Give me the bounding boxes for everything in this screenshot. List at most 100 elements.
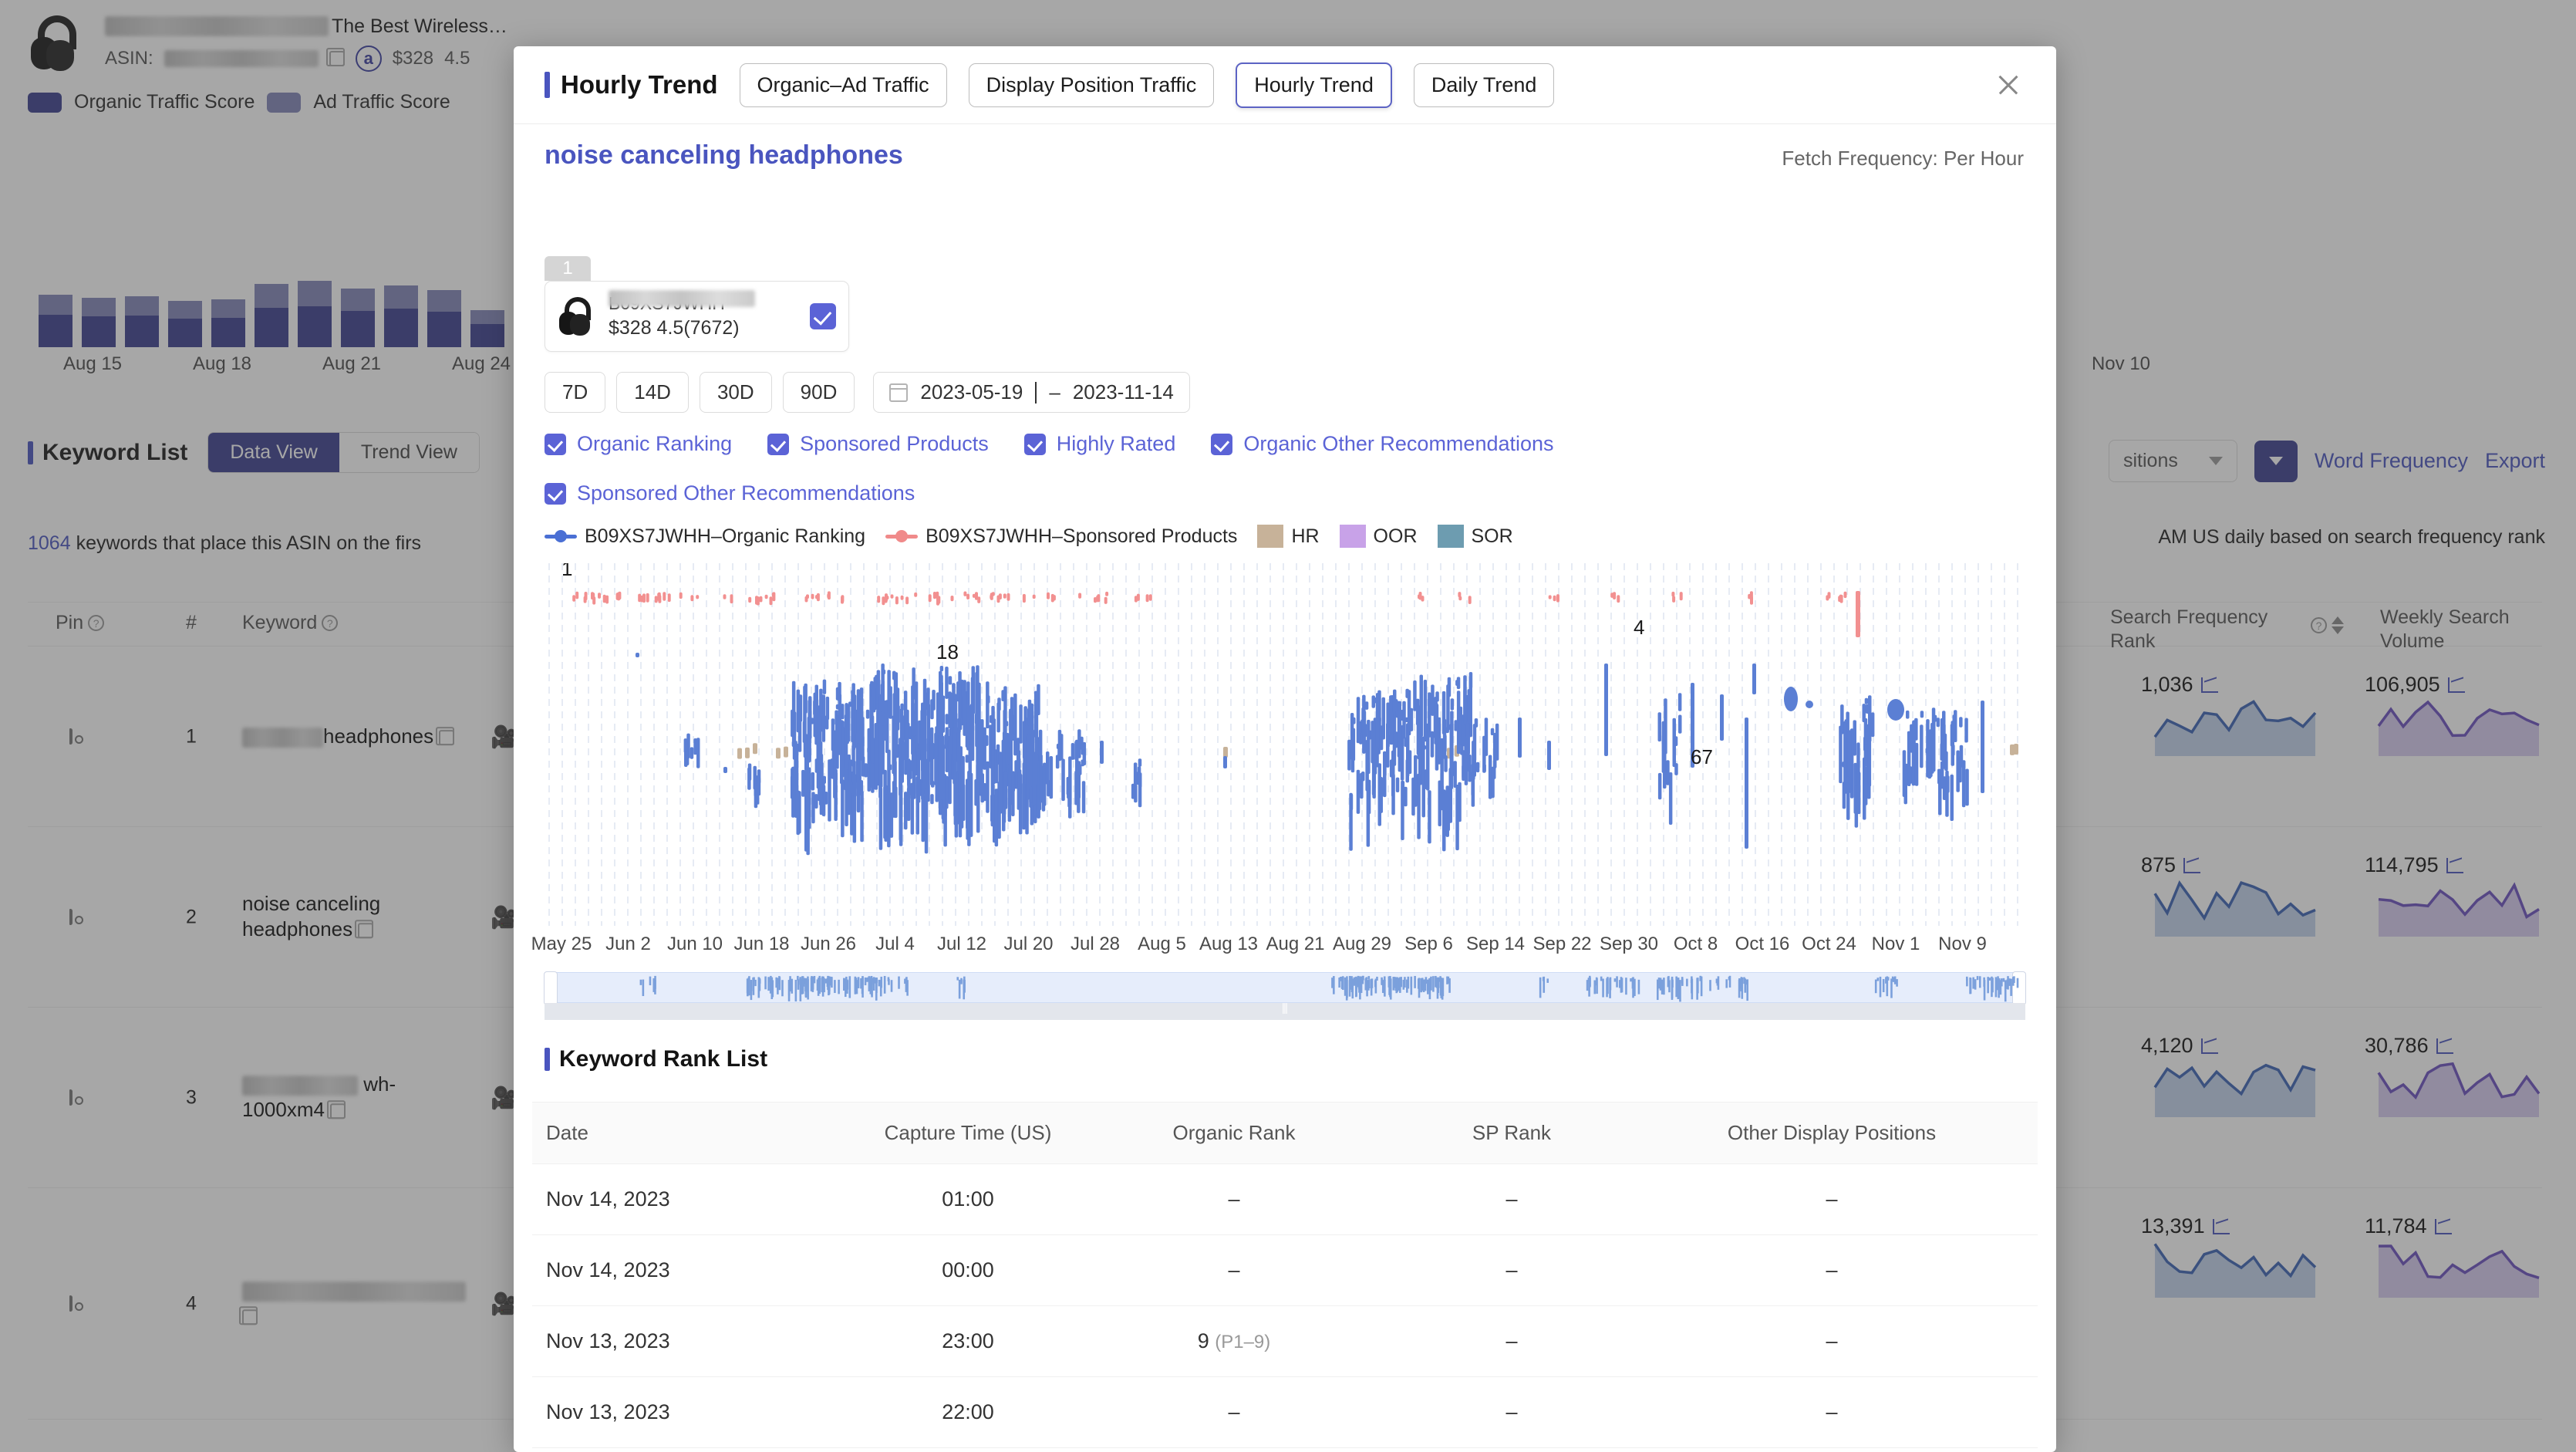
date-range-controls: 7D 14D 30D 90D 2023-05-19 – 2023-11-14: [545, 372, 1190, 413]
title-accent-bar: [545, 1048, 550, 1071]
cell-organic-rank: –: [1095, 1448, 1373, 1452]
cell-organic-rank: –: [1228, 1258, 1240, 1281]
checkbox-icon[interactable]: [545, 482, 566, 505]
date-range-input[interactable]: 2023-05-19 – 2023-11-14: [873, 372, 1190, 413]
tab-display-position-traffic[interactable]: Display Position Traffic: [968, 62, 1215, 107]
x-tick: Jun 26: [800, 934, 857, 954]
tab-organic-ad-traffic[interactable]: Organic–Ad Traffic: [739, 62, 947, 107]
tab-hourly-trend[interactable]: Hourly Trend: [1236, 62, 1392, 108]
tab-daily-trend[interactable]: Daily Trend: [1413, 62, 1555, 107]
plot-annotation: 4: [1634, 616, 1644, 639]
checkbox-icon[interactable]: [1211, 433, 1233, 455]
keyword-rank-table: Date Capture Time (US) Organic Rank SP R…: [532, 1102, 2038, 1452]
col-sp-rank: SP Rank: [1472, 1121, 1552, 1144]
chart-legend: B09XS7JWHH–Organic Ranking B09XS7JWHH–Sp…: [545, 525, 1524, 548]
checkbox-icon[interactable]: [545, 433, 566, 455]
col-organic-rank: Organic Rank: [1172, 1121, 1296, 1144]
col-date: Date: [546, 1121, 588, 1144]
x-tick: Sep 22: [1532, 934, 1592, 954]
legend-sponsored-products[interactable]: B09XS7JWHH–Sponsored Products: [885, 525, 1237, 548]
product-card-price: $328 4.5(7672): [609, 317, 740, 339]
close-icon[interactable]: [1994, 71, 2022, 99]
table-row[interactable]: Nov 13, 2023 23:00 9 (P1–9) – –: [532, 1306, 2038, 1377]
cell-sp-rank: –: [1505, 1187, 1518, 1211]
cell-other-display-positions: –: [1826, 1258, 1838, 1281]
date-from[interactable]: 2023-05-19: [920, 380, 1023, 404]
date-separator: –: [1049, 380, 1060, 404]
plot-annotation: 18: [936, 640, 959, 664]
range-7d-button[interactable]: 7D: [545, 372, 606, 413]
product-card-checkbox[interactable]: [810, 303, 836, 329]
modal-title: Hourly Trend: [561, 70, 718, 99]
series-checkbox-row-1: Organic Ranking Sponsored Products Highl…: [545, 432, 1554, 456]
product-card-asin: B09XS7JWHH: [609, 290, 799, 314]
x-tick: Sep 6: [1404, 934, 1453, 954]
x-tick: Oct 24: [1802, 934, 1856, 954]
text-caret: [1035, 381, 1037, 404]
col-capture-time: Capture Time (US): [884, 1121, 1052, 1144]
range-30d-button[interactable]: 30D: [699, 372, 772, 413]
x-tick: Jul 4: [875, 934, 915, 954]
x-tick: Jul 20: [1003, 934, 1054, 954]
legend-oor[interactable]: OOR: [1339, 525, 1418, 548]
legend-line-icon: [885, 534, 919, 539]
hourly-trend-modal: Hourly Trend Organic–Ad Traffic Display …: [514, 46, 2056, 1452]
table-row[interactable]: Nov 13, 2023 22:00 – – –: [532, 1377, 2038, 1448]
table-row[interactable]: Nov 14, 2023 00:00 – – –: [532, 1235, 2038, 1306]
cell-other-display-positions: –: [1826, 1187, 1838, 1211]
modal-header: Hourly Trend Organic–Ad Traffic Display …: [514, 46, 2056, 123]
checkbox-organic-ranking[interactable]: Organic Ranking: [545, 432, 732, 456]
brush-track[interactable]: [545, 1003, 2025, 1020]
checkbox-highly-rated[interactable]: Highly Rated: [1023, 432, 1175, 456]
cell-other-display-positions: –: [1826, 1400, 1838, 1423]
cell-other-display-positions: –: [1826, 1329, 1838, 1352]
cell-capture-time: 21:00: [841, 1448, 1095, 1452]
rank-list-title: Keyword Rank List: [559, 1046, 768, 1072]
x-tick: Aug 29: [1332, 934, 1392, 954]
product-card[interactable]: B09XS7JWHH $328 4.5(7672): [545, 281, 849, 352]
x-tick: Aug 13: [1199, 934, 1259, 954]
legend-organic-ranking[interactable]: B09XS7JWHH–Organic Ranking: [545, 525, 865, 548]
table-row[interactable]: Nov 14, 2023 01:00 – – –: [532, 1164, 2038, 1235]
fetch-frequency-label: Fetch Frequency: Per Hour: [1782, 147, 2024, 170]
masked-asin: [609, 290, 755, 307]
cell-date: Nov 14, 2023: [546, 1258, 670, 1281]
date-to[interactable]: 2023-11-14: [1073, 380, 1174, 404]
cell-capture-time: 01:00: [942, 1187, 994, 1211]
x-tick: Oct 8: [1673, 934, 1718, 954]
legend-box-icon: [1257, 525, 1284, 548]
col-other-display-positions: Other Display Positions: [1727, 1121, 1937, 1144]
table-header-row: Date Capture Time (US) Organic Rank SP R…: [532, 1102, 2038, 1164]
table-body: Nov 14, 2023 01:00– – – Nov 14, 2023 00:00– – –…: [532, 1164, 2038, 1452]
x-tick: Nov 9: [1938, 934, 1987, 954]
plot-annotation: 1: [561, 563, 572, 580]
range-14d-button[interactable]: 14D: [616, 372, 689, 413]
cell-sp-rank: –: [1505, 1329, 1518, 1352]
checkbox-icon[interactable]: [767, 433, 790, 455]
modal-keyword: noise canceling headphones: [545, 140, 903, 170]
legend-line-icon: [545, 534, 577, 539]
checkbox-organic-other-recommendations[interactable]: Organic Other Recommendations: [1211, 432, 1554, 456]
checkbox-icon[interactable]: [1023, 433, 1046, 455]
range-90d-button[interactable]: 90D: [782, 372, 855, 413]
checkbox-sponsored-other-recommendations[interactable]: Sponsored Other Recommendations: [545, 481, 915, 505]
calendar-icon: [889, 383, 909, 402]
table-row[interactable]: Nov 13, 202321:00–––: [532, 1448, 2038, 1452]
checkbox-sponsored-products[interactable]: Sponsored Products: [767, 432, 989, 456]
cell-other-display-positions: –: [1650, 1448, 2013, 1452]
series-checkbox-row-2: Sponsored Other Recommendations: [545, 481, 915, 505]
x-tick: Sep 14: [1465, 934, 1526, 954]
cell-capture-time: 23:00: [942, 1329, 994, 1352]
x-tick: Nov 1: [1871, 934, 1920, 954]
legend-hr[interactable]: HR: [1257, 525, 1320, 548]
x-tick: Jul 12: [936, 934, 987, 954]
x-tick: Jun 18: [733, 934, 790, 954]
modal-title-wrap: Hourly Trend: [545, 70, 718, 100]
plot-brush[interactable]: [544, 971, 2026, 1005]
legend-sor[interactable]: SOR: [1437, 525, 1513, 548]
x-tick: Sep 30: [1599, 934, 1659, 954]
legend-box-icon: [1437, 525, 1464, 548]
x-tick: Jul 28: [1070, 934, 1121, 954]
cell-date: Nov 13, 2023: [532, 1448, 841, 1452]
hourly-trend-plot[interactable]: 1 18 4 67: [545, 563, 2025, 926]
